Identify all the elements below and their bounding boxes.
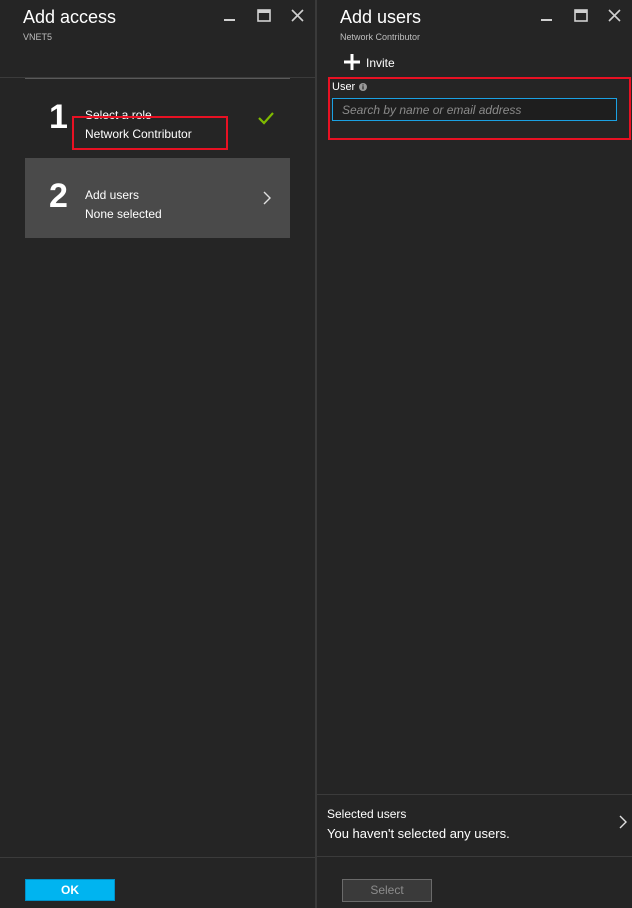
user-field-label: User: [332, 81, 356, 93]
invite-label: Invite: [366, 56, 395, 70]
step-value: None selected: [85, 207, 162, 221]
add-users-blade: Add users Network Contributor Invite Use…: [317, 0, 632, 908]
info-icon[interactable]: [359, 83, 367, 91]
blade-subtitle: VNET5: [23, 32, 53, 42]
maximize-icon[interactable]: [571, 6, 591, 26]
ok-button[interactable]: OK: [25, 879, 115, 901]
plus-icon: [344, 54, 360, 70]
minimize-icon[interactable]: [537, 6, 557, 26]
user-search-input[interactable]: [332, 98, 617, 121]
close-icon[interactable]: [605, 6, 625, 26]
blade-subtitle: Network Contributor: [340, 32, 421, 42]
step-add-users[interactable]: 2 Add users None selected: [25, 158, 290, 238]
highlight-box: [72, 116, 228, 150]
maximize-icon[interactable]: [254, 6, 274, 26]
blade-title: Add access: [23, 7, 117, 27]
blade-title: Add users: [340, 7, 422, 27]
chevron-right-icon: [619, 815, 627, 829]
checkmark-icon: [258, 112, 274, 125]
add-access-blade: Add access VNET5 1 Select a role Network…: [0, 0, 316, 908]
selected-users-section[interactable]: Selected users You haven't selected any …: [317, 795, 632, 856]
footer-divider: [317, 856, 632, 857]
select-button[interactable]: Select: [342, 879, 432, 902]
close-icon[interactable]: [288, 6, 308, 26]
step-number: 2: [49, 177, 68, 215]
step-number: 1: [49, 98, 68, 136]
minimize-icon[interactable]: [220, 6, 240, 26]
selected-users-value: You haven't selected any users.: [327, 826, 510, 841]
footer-divider: [0, 857, 316, 858]
selected-users-title: Selected users: [327, 807, 407, 821]
step-title: Add users: [85, 188, 140, 202]
chevron-right-icon: [263, 191, 271, 205]
